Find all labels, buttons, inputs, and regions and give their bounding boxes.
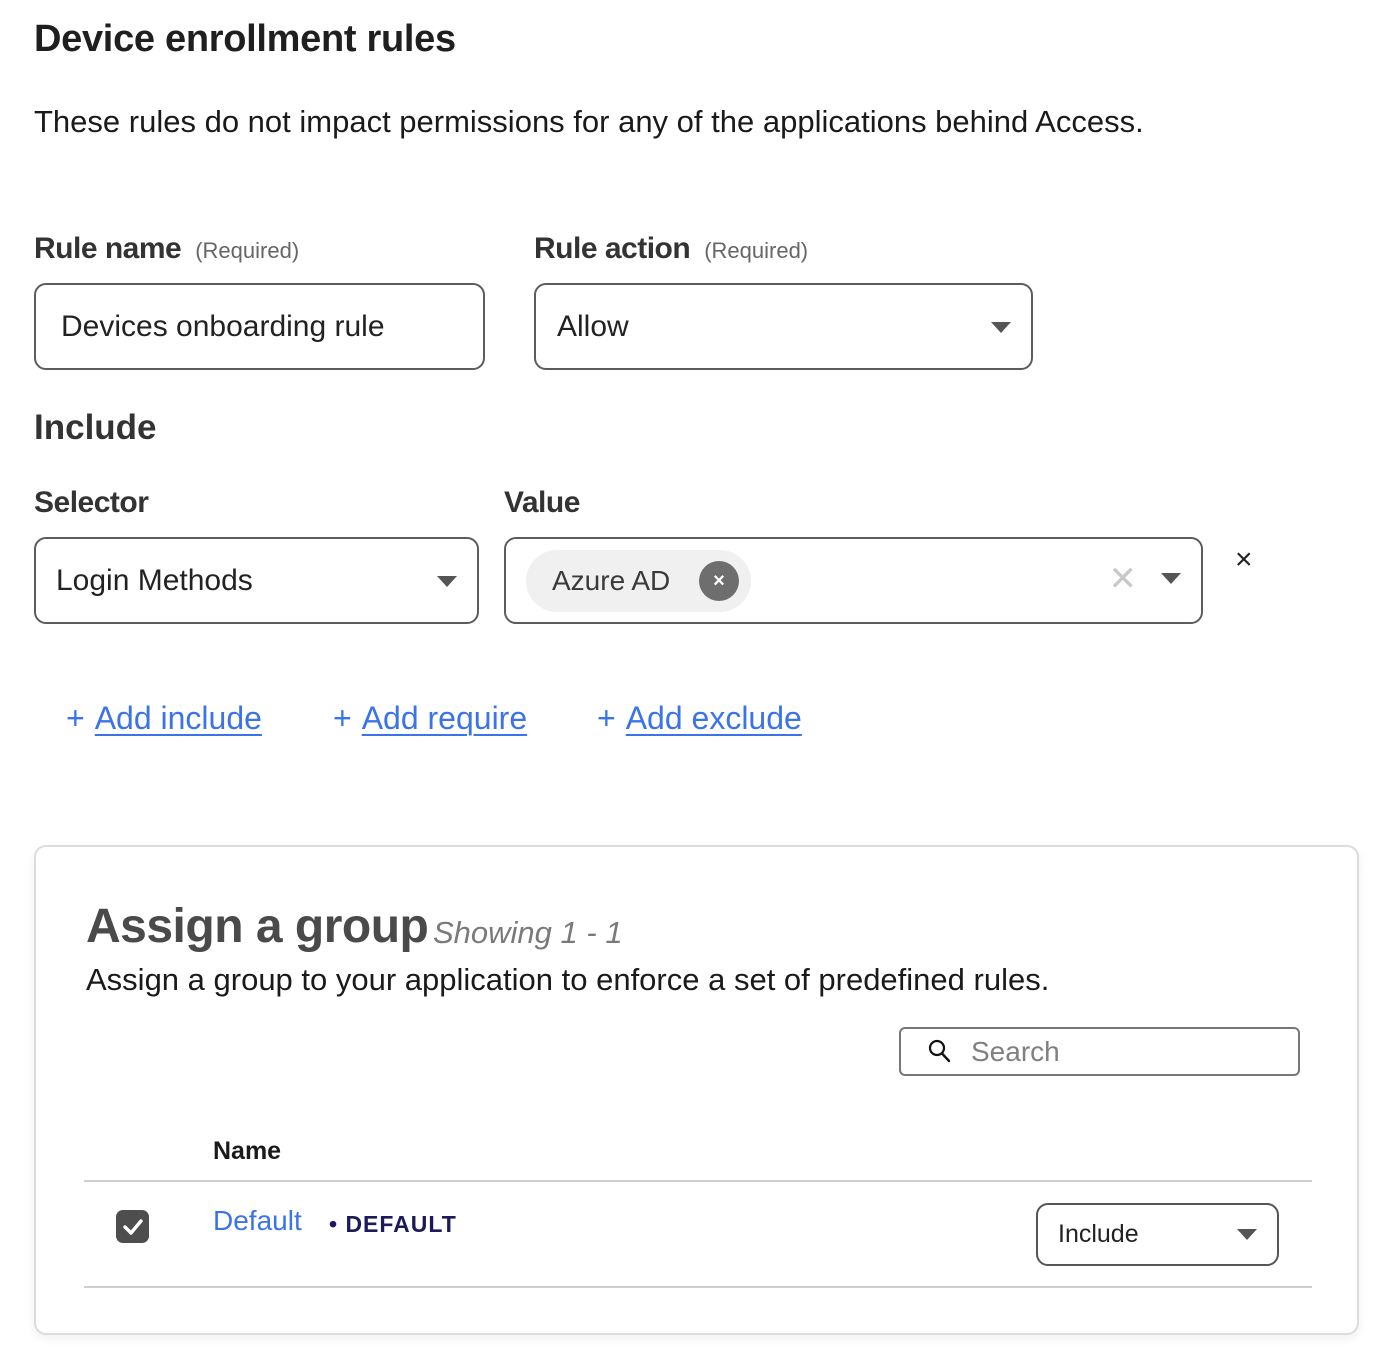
rule-name-value: Devices onboarding rule [61, 309, 385, 343]
page-title: Device enrollment rules [34, 18, 456, 60]
search-icon [928, 1039, 951, 1063]
add-exclude-label: Add exclude [625, 700, 802, 736]
page-description: These rules do not impact permissions fo… [34, 104, 1144, 139]
rule-action-required-note: (Required) [704, 238, 809, 263]
chevron-down-icon[interactable] [1161, 573, 1181, 584]
value-label: Value [504, 486, 580, 519]
checkmark-icon [122, 1218, 143, 1235]
showing-count: Showing 1 - 1 [433, 915, 623, 950]
chevron-down-icon [991, 322, 1011, 333]
group-mode-selected: Include [1058, 1220, 1139, 1248]
rule-action-select[interactable]: Allow [534, 283, 1033, 370]
selector-selected: Login Methods [56, 563, 253, 597]
assign-group-title: Assign a group [86, 900, 429, 953]
assign-group-description: Assign a group to your application to en… [86, 962, 1050, 997]
rule-action-label: Rule action (Required) [534, 232, 808, 266]
default-badge: • DEFAULT [329, 1211, 457, 1237]
row-checkbox[interactable] [116, 1210, 149, 1243]
add-include-label: Add include [94, 700, 262, 736]
rule-name-label: Rule name (Required) [34, 232, 299, 266]
clear-values-icon[interactable]: ✕ [1109, 559, 1138, 599]
value-chip: Azure AD × [526, 550, 751, 612]
header-divider [84, 1180, 1312, 1182]
group-search[interactable] [899, 1027, 1300, 1076]
remove-rule-row-icon[interactable]: × [1235, 543, 1253, 577]
assign-group-card: Assign a group Showing 1 - 1 Assign a gr… [34, 845, 1359, 1335]
group-name-link[interactable]: Default [213, 1205, 302, 1237]
add-require-label: Add require [361, 700, 528, 736]
search-input[interactable] [969, 1034, 1269, 1069]
plus-icon: + [333, 700, 352, 736]
chip-remove-icon[interactable]: × [699, 561, 739, 601]
rule-action-selected: Allow [557, 309, 629, 343]
rule-name-label-text: Rule name [34, 232, 182, 265]
add-require-link[interactable]: + Add require [333, 700, 527, 737]
rule-action-label-text: Rule action [534, 232, 691, 265]
group-mode-select[interactable]: Include [1036, 1203, 1279, 1266]
value-multiselect[interactable]: Azure AD × ✕ [504, 537, 1203, 624]
row-divider [84, 1286, 1312, 1288]
add-exclude-link[interactable]: + Add exclude [597, 700, 802, 737]
column-header-name: Name [213, 1137, 282, 1165]
include-section-title: Include [34, 408, 157, 447]
plus-icon: + [66, 700, 85, 736]
rule-name-input[interactable]: Devices onboarding rule [34, 283, 485, 370]
chevron-down-icon [1237, 1229, 1257, 1240]
rule-name-required-note: (Required) [195, 238, 300, 263]
value-chip-label: Azure AD [552, 565, 671, 596]
plus-icon: + [597, 700, 616, 736]
add-include-link[interactable]: + Add include [66, 700, 262, 737]
selector-label: Selector [34, 486, 149, 519]
selector-select[interactable]: Login Methods [34, 537, 479, 624]
chevron-down-icon [437, 576, 457, 587]
